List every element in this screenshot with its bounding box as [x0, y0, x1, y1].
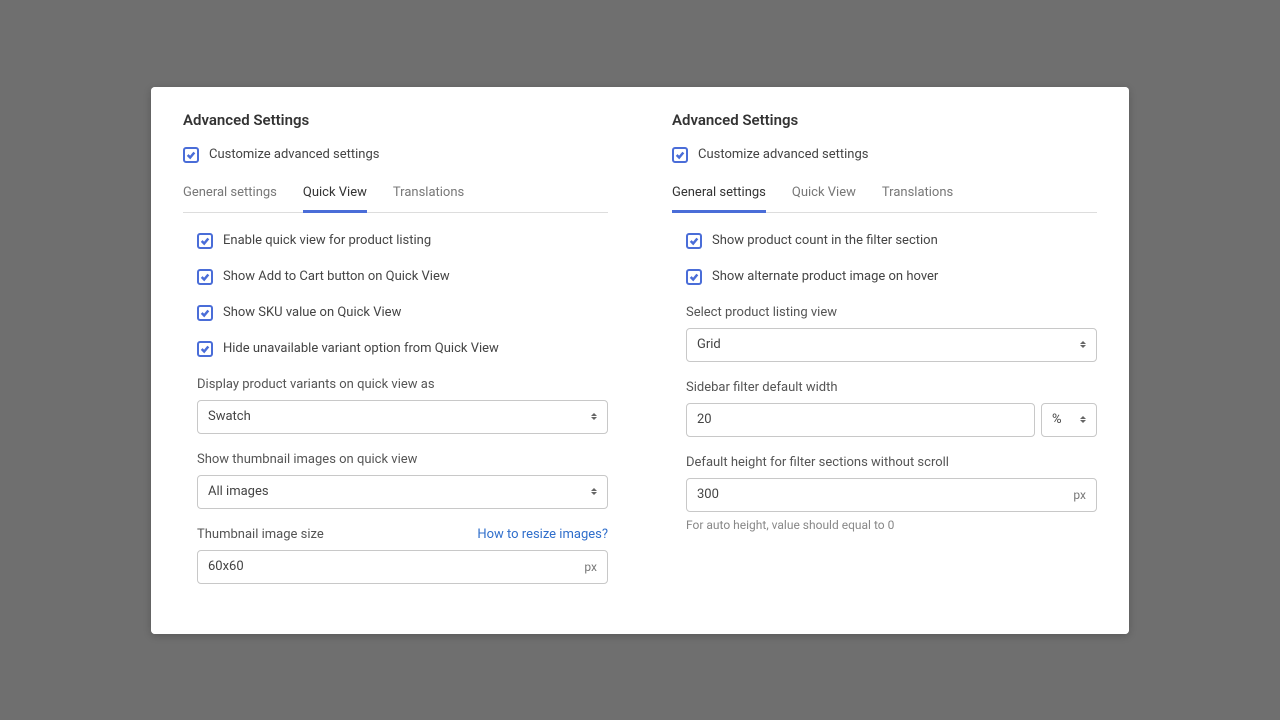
- chevron-sort-icon: [591, 488, 597, 495]
- select-value: Swatch: [208, 409, 251, 424]
- chevron-sort-icon: [1080, 416, 1086, 423]
- tabs: General settings Quick View Translations: [183, 177, 608, 213]
- tab-general[interactable]: General settings: [183, 177, 277, 212]
- general-content: Show product count in the filter section…: [672, 233, 1097, 532]
- field-thumbnail-size: Thumbnail image size How to resize image…: [197, 527, 608, 584]
- select-listing-view[interactable]: Grid: [686, 328, 1097, 362]
- input-sidebar-width[interactable]: 20: [686, 403, 1035, 437]
- form-label: Thumbnail image size: [197, 527, 324, 542]
- checkbox-icon: [197, 233, 213, 249]
- opt-alt-image[interactable]: Show alternate product image on hover: [686, 269, 1097, 285]
- checkbox-icon: [672, 147, 688, 163]
- customize-label: Customize advanced settings: [209, 147, 379, 162]
- form-label: Sidebar filter default width: [686, 380, 1097, 395]
- input-filter-height[interactable]: 300 px: [686, 478, 1097, 512]
- select-variants-display[interactable]: Swatch: [197, 400, 608, 434]
- opt-hide-unavailable[interactable]: Hide unavailable variant option from Qui…: [197, 341, 608, 357]
- checkbox-icon: [686, 269, 702, 285]
- tab-general[interactable]: General settings: [672, 177, 766, 212]
- opt-label: Enable quick view for product listing: [223, 233, 431, 248]
- checkbox-icon: [197, 341, 213, 357]
- customize-toggle[interactable]: Customize advanced settings: [183, 147, 608, 163]
- panel-general: Advanced Settings Customize advanced set…: [640, 87, 1129, 634]
- opt-label: Show Add to Cart button on Quick View: [223, 269, 450, 284]
- checkbox-icon: [197, 305, 213, 321]
- opt-show-count[interactable]: Show product count in the filter section: [686, 233, 1097, 249]
- field-thumbnails-mode: Show thumbnail images on quick view All …: [197, 452, 608, 509]
- tab-translations[interactable]: Translations: [393, 177, 464, 212]
- tab-quick-view[interactable]: Quick View: [792, 177, 856, 212]
- opt-add-to-cart[interactable]: Show Add to Cart button on Quick View: [197, 269, 608, 285]
- chevron-sort-icon: [591, 413, 597, 420]
- panel-title: Advanced Settings: [183, 111, 608, 129]
- opt-show-sku[interactable]: Show SKU value on Quick View: [197, 305, 608, 321]
- form-label-row: Thumbnail image size How to resize image…: [197, 527, 608, 542]
- quick-view-content: Enable quick view for product listing Sh…: [183, 233, 608, 584]
- field-sidebar-width: Sidebar filter default width 20 %: [686, 380, 1097, 437]
- input-value: 300: [697, 487, 1073, 502]
- customize-label: Customize advanced settings: [698, 147, 868, 162]
- opt-label: Hide unavailable variant option from Qui…: [223, 341, 499, 356]
- input-pair: 20 %: [686, 403, 1097, 437]
- chevron-sort-icon: [1080, 341, 1086, 348]
- tabs: General settings Quick View Translations: [672, 177, 1097, 213]
- input-suffix: px: [1073, 488, 1086, 502]
- form-label: Default height for filter sections witho…: [686, 455, 1097, 470]
- checkbox-icon: [183, 147, 199, 163]
- customize-toggle[interactable]: Customize advanced settings: [672, 147, 1097, 163]
- input-suffix: px: [584, 560, 597, 574]
- field-filter-height: Default height for filter sections witho…: [686, 455, 1097, 532]
- checkbox-icon: [197, 269, 213, 285]
- select-thumbnails-mode[interactable]: All images: [197, 475, 608, 509]
- link-resize-help[interactable]: How to resize images?: [477, 527, 608, 542]
- tab-quick-view[interactable]: Quick View: [303, 177, 367, 212]
- opt-label: Show alternate product image on hover: [712, 269, 938, 284]
- select-value: %: [1052, 412, 1062, 427]
- panels-container: Advanced Settings Customize advanced set…: [151, 87, 1129, 634]
- form-label: Select product listing view: [686, 305, 1097, 320]
- input-value: 60x60: [208, 559, 584, 574]
- panel-quick-view: Advanced Settings Customize advanced set…: [151, 87, 640, 634]
- checkbox-icon: [686, 233, 702, 249]
- field-variants-display: Display product variants on quick view a…: [197, 377, 608, 434]
- opt-label: Show SKU value on Quick View: [223, 305, 401, 320]
- select-width-unit[interactable]: %: [1041, 403, 1097, 437]
- settings-card: Advanced Settings Customize advanced set…: [151, 87, 1129, 634]
- select-value: Grid: [697, 337, 721, 352]
- form-label: Show thumbnail images on quick view: [197, 452, 608, 467]
- form-label: Display product variants on quick view a…: [197, 377, 608, 392]
- input-thumbnail-size[interactable]: 60x60 px: [197, 550, 608, 584]
- input-value: 20: [697, 412, 1024, 427]
- field-listing-view: Select product listing view Grid: [686, 305, 1097, 362]
- tab-translations[interactable]: Translations: [882, 177, 953, 212]
- panel-title: Advanced Settings: [672, 111, 1097, 129]
- hint-text: For auto height, value should equal to 0: [686, 518, 1097, 532]
- select-value: All images: [208, 484, 269, 499]
- opt-label: Show product count in the filter section: [712, 233, 938, 248]
- opt-enable-quick-view[interactable]: Enable quick view for product listing: [197, 233, 608, 249]
